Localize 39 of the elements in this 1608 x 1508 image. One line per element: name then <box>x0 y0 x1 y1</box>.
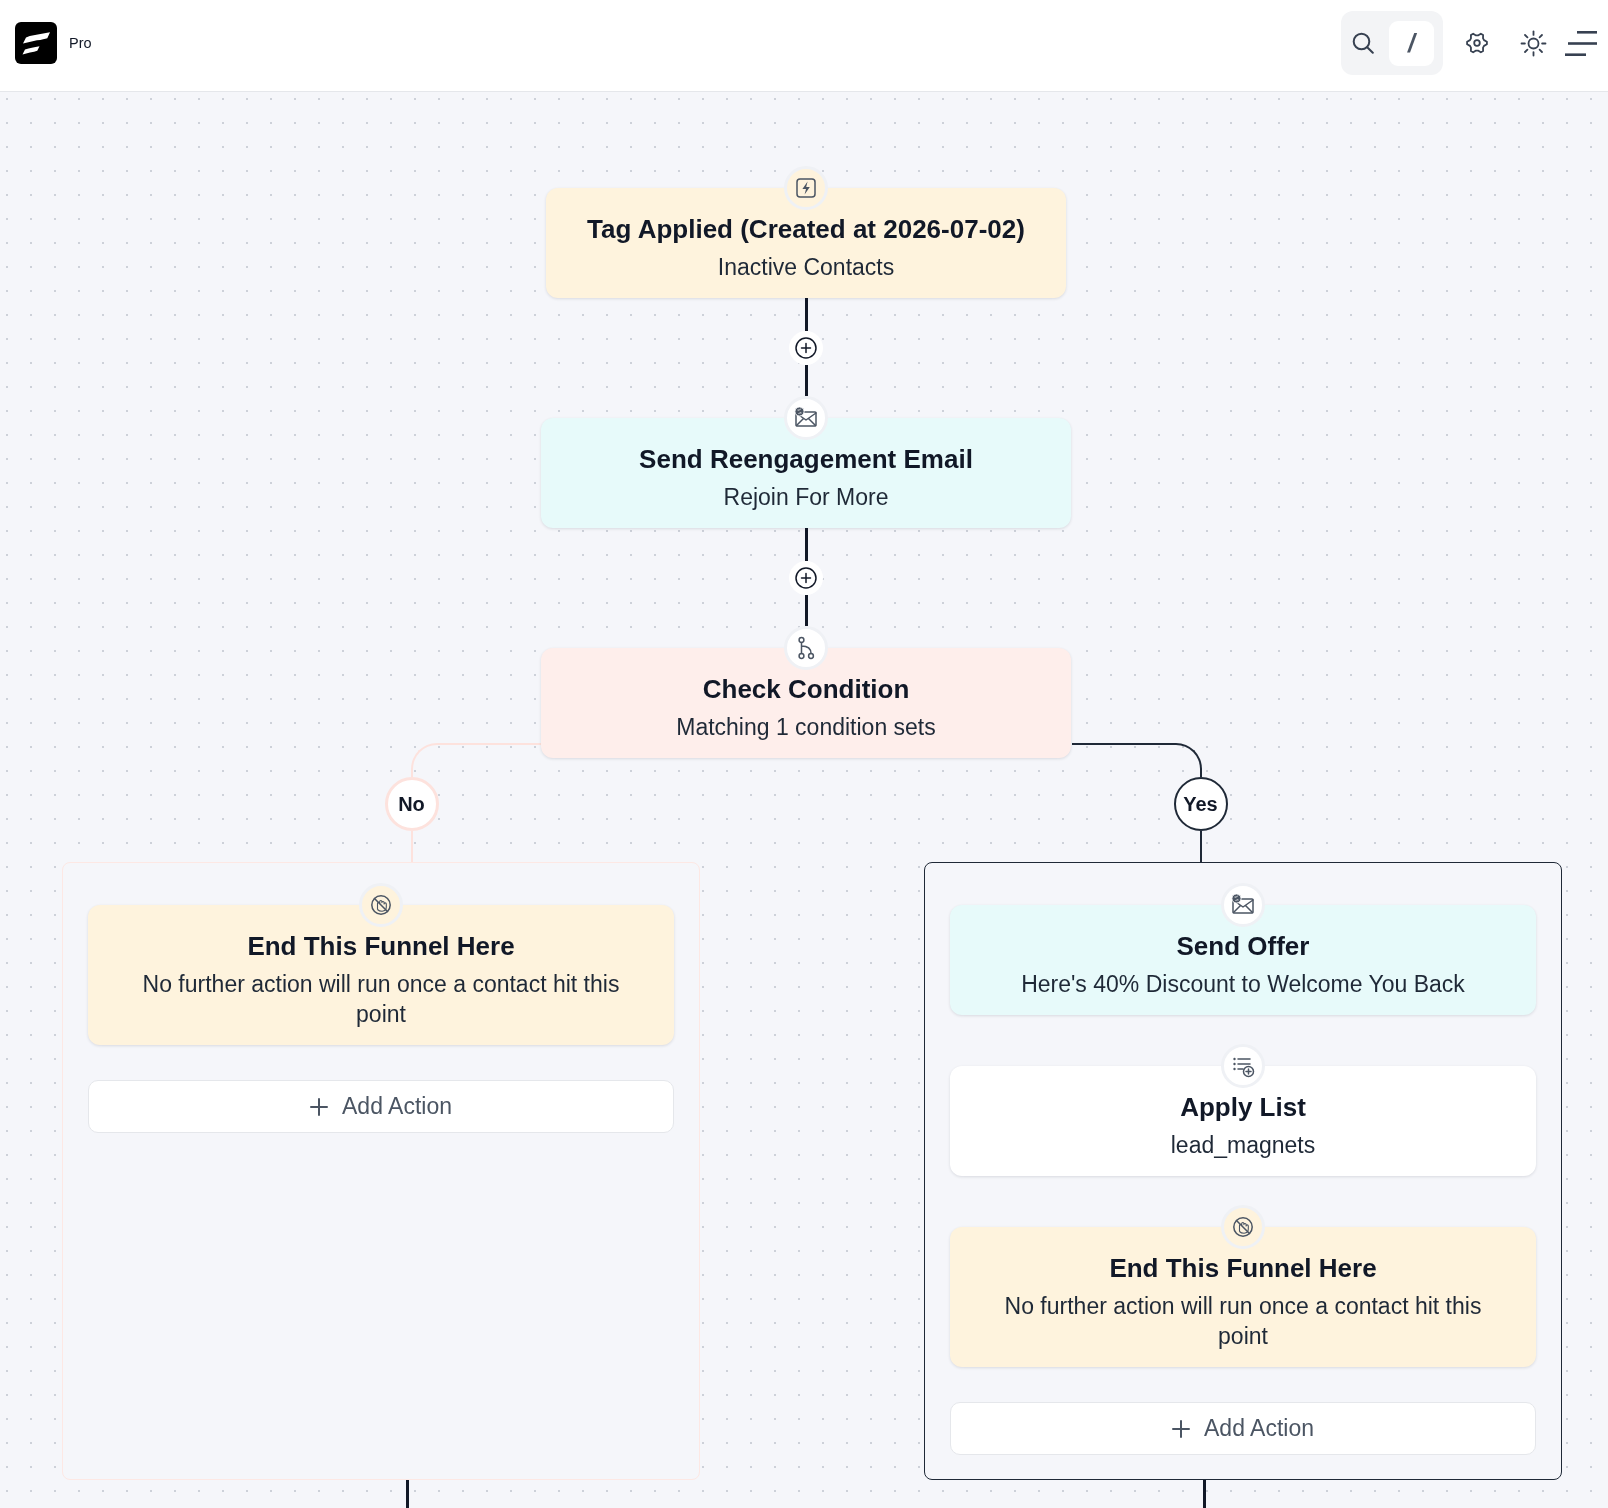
step-title: Send Reengagement Email <box>639 443 973 476</box>
step-subtitle: Rejoin For More <box>723 483 889 512</box>
step-subtitle: Matching 1 condition sets <box>676 713 936 742</box>
add-step-button[interactable] <box>789 561 823 595</box>
connector-line <box>406 1480 409 1508</box>
add-step-button[interactable] <box>789 331 823 365</box>
step-title: Tag Applied (Created at 2026-07-02) <box>587 213 1025 246</box>
step-subtitle: Inactive Contacts <box>717 253 895 282</box>
step-title: Send Offer <box>1176 930 1310 963</box>
connector-line <box>804 365 808 396</box>
connector-line <box>804 528 808 561</box>
sun-icon[interactable] <box>1520 29 1547 57</box>
step-title: Apply List <box>1180 1091 1306 1124</box>
step-subtitle: No further action will run once a contact hit this point <box>1003 1292 1483 1351</box>
plus-icon <box>1172 1419 1190 1438</box>
search-icon <box>1352 32 1374 54</box>
menu-icon[interactable] <box>1565 30 1597 56</box>
branch-icon <box>784 626 828 670</box>
logo-icon[interactable] <box>15 22 57 64</box>
connector-line <box>1203 1480 1206 1508</box>
plus-circle-icon <box>795 337 817 359</box>
step-title: Check Condition <box>702 673 910 706</box>
plus-icon <box>310 1097 328 1116</box>
step-subtitle: Here's 40% Discount to Welcome You Back <box>1021 970 1465 999</box>
connector-line <box>804 298 808 331</box>
plan-label: Pro <box>69 35 92 51</box>
step-subtitle: lead_magnets <box>1170 1131 1316 1160</box>
add-action-button[interactable]: Add Action <box>88 1080 674 1133</box>
step-title: End This Funnel Here <box>247 930 515 963</box>
step-subtitle: No further action will run once a contact hit this point <box>141 970 621 1029</box>
plus-circle-icon <box>795 567 817 589</box>
settings-icon[interactable] <box>1465 31 1489 55</box>
shortcut-key: / <box>1389 20 1434 66</box>
branch-label: Yes <box>1173 777 1228 831</box>
step-title: End This Funnel Here <box>1109 1252 1377 1285</box>
connector-line <box>804 595 808 626</box>
add-action-button[interactable]: Add Action <box>950 1402 1536 1455</box>
search-button[interactable]: / <box>1341 11 1443 75</box>
branch-label: No <box>384 777 439 831</box>
